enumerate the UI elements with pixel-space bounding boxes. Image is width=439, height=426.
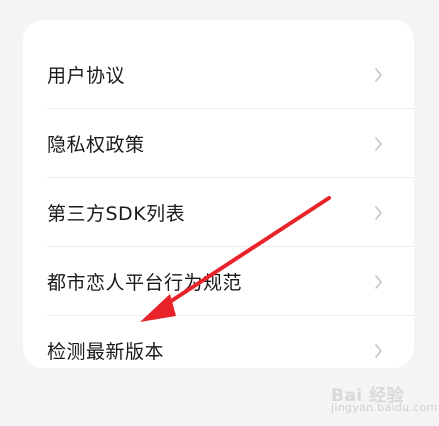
menu-item-label: 第三方SDK列表 (47, 203, 186, 225)
chevron-right-icon (375, 205, 382, 220)
menu-item-label: 用户协议 (47, 65, 126, 87)
chevron-right-icon (375, 67, 382, 82)
chevron-right-icon (375, 343, 382, 358)
watermark-logo: Bai 经验 jingyan.baidu.com (324, 378, 437, 416)
menu-item-user-agreement[interactable]: 用户协议 (23, 40, 414, 109)
menu-item-privacy-policy[interactable]: 隐私权政策 (23, 109, 414, 178)
menu-item-check-update[interactable]: 检测最新版本 (23, 316, 414, 368)
menu-item-platform-rules[interactable]: 都市恋人平台行为规范 (23, 247, 414, 316)
chevron-right-icon (375, 274, 382, 289)
settings-card: 用户协议 隐私权政策 第三方SDK列表 都市恋人平台行为规范 检测最新版本 (23, 20, 414, 368)
menu-item-label: 隐私权政策 (47, 134, 145, 156)
watermark-sub: jingyan.baidu.com (331, 401, 438, 414)
menu-item-third-party-sdk[interactable]: 第三方SDK列表 (23, 178, 414, 247)
chevron-right-icon (375, 136, 382, 151)
menu-item-label: 都市恋人平台行为规范 (47, 272, 243, 294)
menu-item-label: 检测最新版本 (47, 341, 165, 363)
